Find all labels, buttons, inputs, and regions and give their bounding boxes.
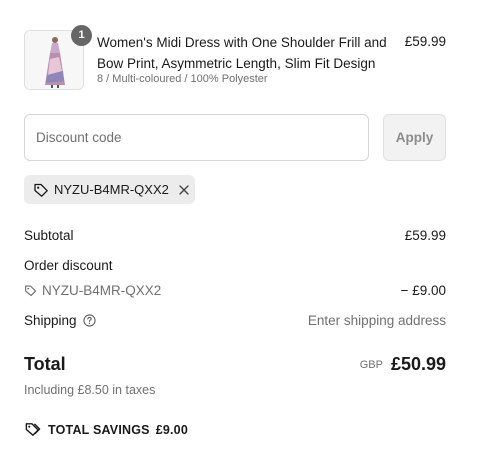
tag-icon	[25, 285, 37, 297]
total-label: Total	[24, 354, 66, 374]
help-icon[interactable]	[82, 314, 96, 327]
total-savings: TOTAL SAVINGS £9.00	[24, 421, 188, 438]
product-variant: 8 / Multi-coloured / 100% Polyester	[97, 73, 268, 85]
total-amount-group: GBP £50.99	[360, 354, 446, 375]
shipping-label-group: Shipping	[24, 313, 96, 328]
total-value: £50.99	[390, 354, 446, 374]
subtotal-value: £59.99	[404, 228, 446, 243]
remove-discount-button[interactable]	[178, 184, 190, 196]
discount-tags-icon	[25, 423, 41, 436]
order-discount-label: Order discount	[24, 258, 113, 273]
discount-value: − £9.00	[400, 283, 446, 298]
currency-code: GBP	[359, 359, 383, 371]
product-thumbnail: 1	[24, 25, 92, 90]
savings-value: £9.00	[155, 422, 188, 437]
discount-code-line: NYZU-B4MR-QXX2	[24, 283, 161, 298]
order-summary: 1 Women's Midi Dress with One Shoulder F…	[24, 0, 446, 457]
savings-label: TOTAL SAVINGS	[48, 422, 150, 437]
quantity-badge: 1	[71, 25, 92, 46]
subtotal-label: Subtotal	[24, 228, 74, 243]
apply-discount-button[interactable]: Apply	[383, 114, 446, 161]
discount-code-text: NYZU-B4MR-QXX2	[42, 283, 162, 298]
product-line-item: 1 Women's Midi Dress with One Shoulder F…	[24, 25, 446, 92]
applied-discount-chip: NYZU-B4MR-QXX2	[24, 175, 195, 204]
taxes-note: Including £8.50 in taxes	[24, 383, 156, 397]
product-price: £59.99	[404, 34, 446, 49]
applied-discount-code: NYZU-B4MR-QXX2	[54, 182, 169, 197]
tag-icon	[34, 183, 48, 197]
product-name: Women's Midi Dress with One Shoulder Fri…	[97, 35, 387, 71]
shipping-value: Enter shipping address	[307, 313, 446, 328]
shipping-label: Shipping	[24, 313, 77, 328]
discount-code-input[interactable]	[24, 114, 369, 161]
close-icon	[179, 184, 189, 195]
